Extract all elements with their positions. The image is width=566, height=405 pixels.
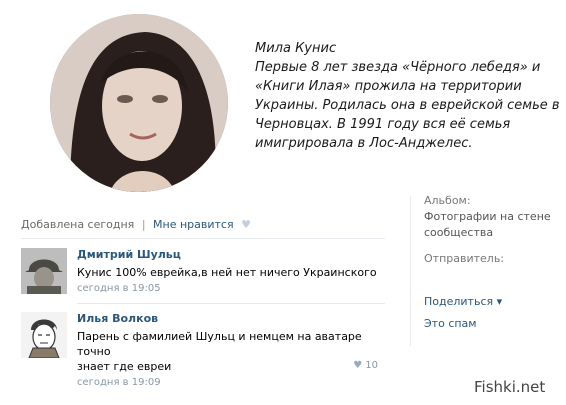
comment-item: Дмитрий Шульц Кунис 100% еврейка,в ней н… — [21, 248, 381, 298]
avatar[interactable] — [21, 248, 67, 294]
caption-line: Мила Кунис — [255, 41, 337, 56]
comment-item: Илья Волков Парень с фамилией Шульц и не… — [21, 312, 381, 388]
comment-date[interactable]: сегодня в 19:05 — [77, 283, 387, 294]
comment-text: Парень с фамилией Шульц и немцем на ават… — [77, 329, 387, 374]
meta-separator: | — [141, 218, 146, 231]
album-label: Альбом: — [424, 194, 471, 207]
heart-icon: ♥ — [353, 360, 363, 371]
post-caption: Мила Кунис Первые 8 лет звезда «Чёрного … — [255, 39, 560, 153]
portrait-photo — [50, 14, 228, 192]
comment-date[interactable]: сегодня в 19:09 — [77, 377, 387, 388]
comment-text: Кунис 100% еврейка,в ней нет ничего Укра… — [77, 266, 377, 279]
album-value-line[interactable]: сообщества — [424, 225, 551, 241]
share-link[interactable]: Поделиться ▾ — [424, 295, 502, 308]
comment-body: Дмитрий Шульц Кунис 100% еврейка,в ней н… — [77, 248, 387, 294]
caption-line: Черновцах. В 1991 году вся её семья — [255, 117, 511, 132]
album-value[interactable]: Фотографии на стене сообщества — [424, 209, 551, 241]
caption-line: имигрировала в Лос-Анджелес. — [255, 136, 473, 151]
album-value-line[interactable]: Фотографии на стене — [424, 209, 551, 225]
watermark: Fishki.net — [474, 378, 546, 396]
heart-icon[interactable]: ♥ — [241, 218, 251, 231]
sender-label: Отправитель: — [424, 252, 504, 265]
soldier-avatar-icon — [21, 248, 67, 294]
cartoon-avatar-icon — [21, 312, 67, 358]
comment-text-line: Парень с фамилией Шульц и немцем на ават… — [77, 330, 362, 358]
post-meta: Добавлена сегодня | Мне нравится ♥ — [21, 218, 251, 231]
comment-likes[interactable]: ♥ 10 — [353, 360, 378, 371]
divider — [77, 303, 385, 304]
added-date: Добавлена сегодня — [21, 218, 135, 231]
divider — [21, 238, 385, 239]
like-count: 10 — [365, 360, 378, 371]
share-link-text[interactable]: Поделиться ▾ — [424, 295, 502, 308]
comment-author[interactable]: Илья Волков — [77, 312, 387, 326]
spam-link-text[interactable]: Это спам — [424, 317, 477, 330]
comment-author[interactable]: Дмитрий Шульц — [77, 248, 387, 262]
sender-label-text: Отправитель: — [424, 252, 505, 265]
like-link[interactable]: Мне нравится — [153, 218, 234, 231]
comment-text-line: знает где евреи — [77, 360, 172, 373]
spam-link[interactable]: Это спам — [424, 317, 477, 330]
sidebar-divider — [410, 196, 411, 346]
album-label-text: Альбом: — [424, 194, 471, 207]
caption-line: «Книги Илая» прожила на территории — [255, 79, 522, 94]
avatar[interactable] — [21, 312, 67, 358]
portrait-illustration — [50, 14, 228, 192]
caption-line: Первые 8 лет звезда «Чёрного лебедя» и — [255, 60, 541, 75]
caption-line: Украины. Родилась она в еврейской семье … — [255, 98, 560, 113]
comment-body: Илья Волков Парень с фамилией Шульц и не… — [77, 312, 387, 388]
